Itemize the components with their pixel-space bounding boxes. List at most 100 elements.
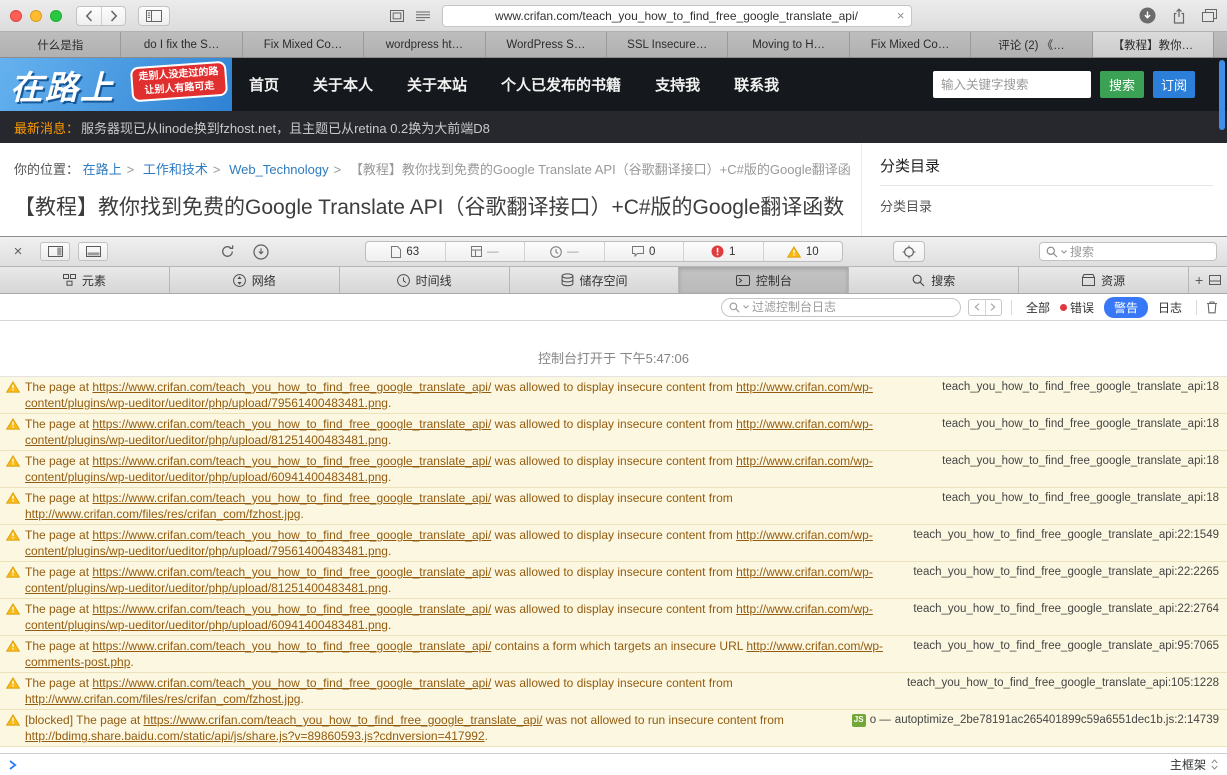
tab-resources[interactable]: 资源	[1019, 267, 1190, 293]
stop-loading-button[interactable]: ×	[897, 8, 905, 24]
warning-url-link[interactable]: https://www.crifan.com/teach_you_how_to_…	[92, 454, 491, 468]
warning-url-link[interactable]: http://bdimg.share.baidu.com/static/api/…	[25, 729, 485, 743]
tab-console[interactable]: 控制台	[679, 267, 850, 293]
clear-console-button[interactable]	[1206, 300, 1218, 314]
reload-page-button[interactable]	[220, 244, 235, 259]
nav-item-support[interactable]: 支持我	[638, 58, 717, 111]
console-warning-row[interactable]: The page at https://www.crifan.com/teach…	[0, 488, 1227, 525]
warning-source-location[interactable]: teach_you_how_to_find_free_google_transl…	[913, 601, 1219, 617]
scope-warnings-button[interactable]: 警告	[1103, 296, 1148, 318]
site-search-input[interactable]	[933, 71, 1091, 98]
split-console-icon[interactable]	[1209, 275, 1222, 285]
console-warning-row[interactable]: [blocked] The page at https://www.crifan…	[0, 710, 1227, 747]
tab-network[interactable]: 网络	[170, 267, 340, 293]
resource-summary-bar[interactable]: 63 — — 0 1 10	[365, 241, 843, 262]
browser-tab[interactable]: wordpress ht…	[364, 32, 486, 57]
console-warning-row[interactable]: The page at https://www.crifan.com/teach…	[0, 525, 1227, 562]
reader-button[interactable]	[415, 11, 430, 21]
warning-source-location[interactable]: teach_you_how_to_find_free_google_transl…	[907, 675, 1219, 691]
resource-count-layout[interactable]: —	[444, 242, 525, 261]
warning-source-location[interactable]: teach_you_how_to_find_free_google_transl…	[942, 416, 1219, 432]
nav-item-contact[interactable]: 联系我	[717, 58, 796, 111]
scope-all-button[interactable]: 全部	[1026, 299, 1050, 316]
site-logo[interactable]: 在路上 走别人没走过的路 让别人有路可走	[0, 58, 232, 111]
browser-tab[interactable]: SSL Insecure…	[607, 32, 729, 57]
console-filter-field[interactable]	[720, 297, 961, 317]
inspector-search-field[interactable]	[1039, 242, 1217, 261]
tab-elements[interactable]: 元素	[0, 267, 170, 293]
warning-source-location[interactable]: JS o — autoptimize_2be78191ac265401899c59a…	[851, 712, 1219, 728]
warning-source-location[interactable]: teach_you_how_to_find_free_google_transl…	[942, 490, 1219, 506]
nav-item-books[interactable]: 个人已发布的书籍	[484, 58, 638, 111]
warning-url-link[interactable]: https://www.crifan.com/teach_you_how_to_…	[92, 676, 491, 690]
page-scrollbar-thumb[interactable]	[1219, 60, 1225, 130]
warning-source-location[interactable]: teach_you_how_to_find_free_google_transl…	[913, 638, 1219, 654]
address-bar[interactable]: www.crifan.com/teach_you_how_to_find_fre…	[441, 4, 912, 27]
warning-url-link[interactable]: https://www.crifan.com/teach_you_how_to_…	[92, 380, 491, 394]
scope-logs-button[interactable]: 日志	[1158, 299, 1182, 316]
warning-source-location[interactable]: teach_you_how_to_find_free_google_transl…	[942, 379, 1219, 395]
resource-count-documents[interactable]: 63	[366, 242, 445, 261]
console-warning-row[interactable]: The page at https://www.crifan.com/teach…	[0, 673, 1227, 710]
download-web-archive-button[interactable]	[253, 243, 269, 260]
console-warning-row[interactable]: The page at https://www.crifan.com/teach…	[0, 599, 1227, 636]
warning-url-link[interactable]: https://www.crifan.com/teach_you_how_to_…	[92, 602, 491, 616]
zoom-window-button[interactable]	[50, 9, 62, 22]
site-search-button[interactable]: 搜索	[1100, 71, 1144, 98]
dock-to-side-button[interactable]	[40, 242, 70, 261]
warning-url-link[interactable]: https://www.crifan.com/teach_you_how_to_…	[144, 713, 543, 727]
warning-url-link[interactable]: https://www.crifan.com/teach_you_how_to_…	[92, 491, 491, 505]
console-warning-row[interactable]: The page at https://www.crifan.com/teach…	[0, 562, 1227, 599]
warning-url-link[interactable]: https://www.crifan.com/teach_you_how_to_…	[92, 639, 491, 653]
nav-item-home[interactable]: 首页	[232, 58, 296, 111]
close-window-button[interactable]	[10, 9, 22, 22]
breadcrumb-link-subcategory[interactable]: Web_Technology	[229, 162, 329, 177]
breadcrumb-link-home[interactable]: 在路上	[83, 162, 122, 177]
sidebar-toggle-button[interactable]	[138, 5, 170, 26]
browser-tab-active[interactable]: 【教程】教你…	[1092, 32, 1215, 57]
warning-url-link[interactable]: https://www.crifan.com/teach_you_how_to_…	[92, 528, 491, 542]
back-button[interactable]	[77, 7, 101, 25]
frame-context-selector[interactable]: 主框架	[1170, 756, 1218, 773]
console-filter-input[interactable]	[751, 300, 953, 314]
breadcrumb-link-category[interactable]: 工作和技术	[143, 162, 208, 177]
warning-url-link[interactable]: https://www.crifan.com/teach_you_how_to_…	[92, 565, 491, 579]
browser-tab[interactable]: do I fix the S…	[121, 32, 243, 57]
warning-source-location[interactable]: teach_you_how_to_find_free_google_transl…	[913, 527, 1219, 543]
warning-count[interactable]: 10	[762, 242, 843, 261]
new-tab-button[interactable]: +	[1195, 272, 1203, 288]
inspector-search-input[interactable]	[1070, 244, 1210, 259]
resource-count-console[interactable]: 0	[603, 242, 684, 261]
browser-tab[interactable]: Fix Mixed Co…	[849, 32, 972, 57]
subscribe-button[interactable]: 订阅	[1153, 71, 1195, 98]
tab-search[interactable]: 搜索	[849, 267, 1020, 293]
share-button[interactable]	[1172, 7, 1186, 24]
nav-item-about-site[interactable]: 关于本站	[390, 58, 484, 111]
warning-url-link[interactable]: http://www.crifan.com/files/res/crifan_c…	[25, 507, 300, 521]
show-all-tabs-button[interactable]	[1202, 9, 1217, 22]
element-picker-button[interactable]	[893, 241, 925, 262]
quick-console-prompt[interactable]	[9, 759, 17, 770]
browser-tab[interactable]: Moving to H…	[728, 32, 850, 57]
minimize-window-button[interactable]	[30, 9, 42, 22]
browser-tab[interactable]: 评论 (2) 《…	[971, 32, 1093, 57]
dock-to-bottom-button[interactable]	[78, 242, 108, 261]
warning-url-link[interactable]: http://www.crifan.com/files/res/crifan_c…	[25, 692, 300, 706]
nav-item-about-me[interactable]: 关于本人	[296, 58, 390, 111]
tab-storage[interactable]: 储存空间	[510, 267, 680, 293]
inspector-close-button[interactable]: ×	[10, 243, 26, 260]
forward-button[interactable]	[101, 6, 125, 25]
scope-errors-button[interactable]: 错误	[1059, 299, 1094, 316]
console-warning-row[interactable]: The page at https://www.crifan.com/teach…	[0, 377, 1227, 414]
console-warning-row[interactable]: The page at https://www.crifan.com/teach…	[0, 636, 1227, 673]
console-warning-row[interactable]: The page at https://www.crifan.com/teach…	[0, 451, 1227, 488]
error-count[interactable]: 1	[683, 242, 763, 261]
browser-tab[interactable]: WordPress S…	[485, 32, 608, 57]
warning-url-link[interactable]: https://www.crifan.com/teach_you_how_to_…	[92, 417, 491, 431]
console-warning-row[interactable]: The page at https://www.crifan.com/teach…	[0, 414, 1227, 451]
warning-source-location[interactable]: teach_you_how_to_find_free_google_transl…	[913, 564, 1219, 580]
next-result-button[interactable]	[984, 299, 1001, 315]
browser-tab[interactable]: 什么是指	[0, 32, 122, 57]
downloads-button[interactable]	[1139, 7, 1156, 24]
previous-result-button[interactable]	[969, 300, 985, 315]
